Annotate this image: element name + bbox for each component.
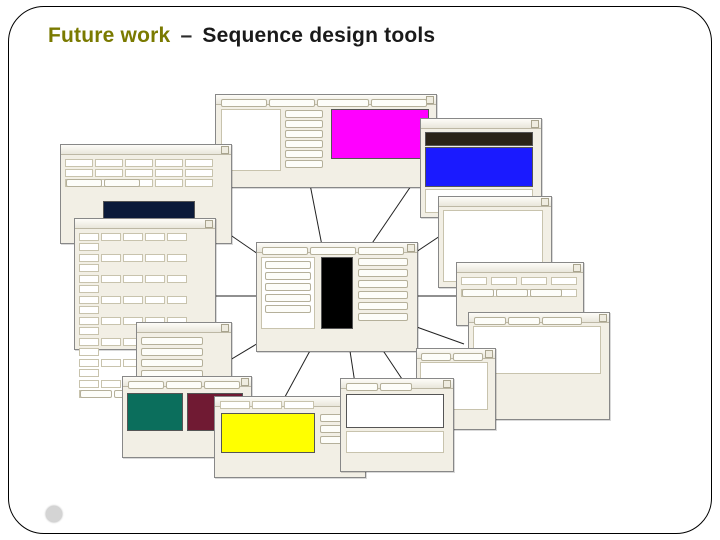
color-swatch-darkbrown xyxy=(425,132,533,146)
bottom-buttons xyxy=(345,382,413,392)
color-swatch-teal xyxy=(127,393,183,431)
window-center-hub xyxy=(256,242,418,352)
bottom-buttons xyxy=(127,380,241,390)
title-rest: Sequence design tools xyxy=(202,24,435,47)
window-body xyxy=(61,155,231,191)
bottom-fields xyxy=(219,400,315,410)
window-body xyxy=(341,389,453,395)
window-bottom-c xyxy=(340,378,454,472)
color-swatch-yellow xyxy=(221,413,315,453)
titlebar xyxy=(61,145,231,155)
list-panel xyxy=(261,257,315,329)
window-body xyxy=(457,273,583,301)
text-panel xyxy=(346,431,444,453)
color-swatch-white xyxy=(346,394,444,428)
titlebar xyxy=(75,219,215,229)
window-body xyxy=(421,129,541,135)
bottom-buttons xyxy=(65,178,141,188)
window-body xyxy=(439,207,551,213)
title-accent: Future work xyxy=(48,24,170,47)
diagram-canvas xyxy=(60,86,620,496)
page-indicator-icon xyxy=(46,506,62,522)
window-body xyxy=(469,323,609,329)
bottom-buttons xyxy=(261,246,405,256)
button-stack xyxy=(357,257,409,322)
color-swatch-magenta xyxy=(331,109,429,159)
titlebar xyxy=(457,263,583,273)
window-body xyxy=(257,253,417,259)
window-body xyxy=(417,359,495,365)
slide-title: Future work – Sequence design tools xyxy=(48,24,435,48)
window-body xyxy=(123,387,251,393)
bottom-buttons xyxy=(220,98,428,108)
title-dash: – xyxy=(180,24,192,47)
button-stack xyxy=(284,109,324,169)
color-swatch-black xyxy=(321,257,353,329)
window-top-center xyxy=(215,94,437,188)
bottom-buttons xyxy=(473,316,583,326)
bottom-buttons xyxy=(420,352,484,362)
bottom-buttons xyxy=(461,288,563,298)
window-body xyxy=(216,105,436,111)
titlebar xyxy=(137,323,231,333)
titlebar xyxy=(421,119,541,129)
titlebar xyxy=(439,197,551,207)
color-swatch-blue xyxy=(425,147,533,187)
slide: Future work – Sequence design tools xyxy=(0,0,720,540)
